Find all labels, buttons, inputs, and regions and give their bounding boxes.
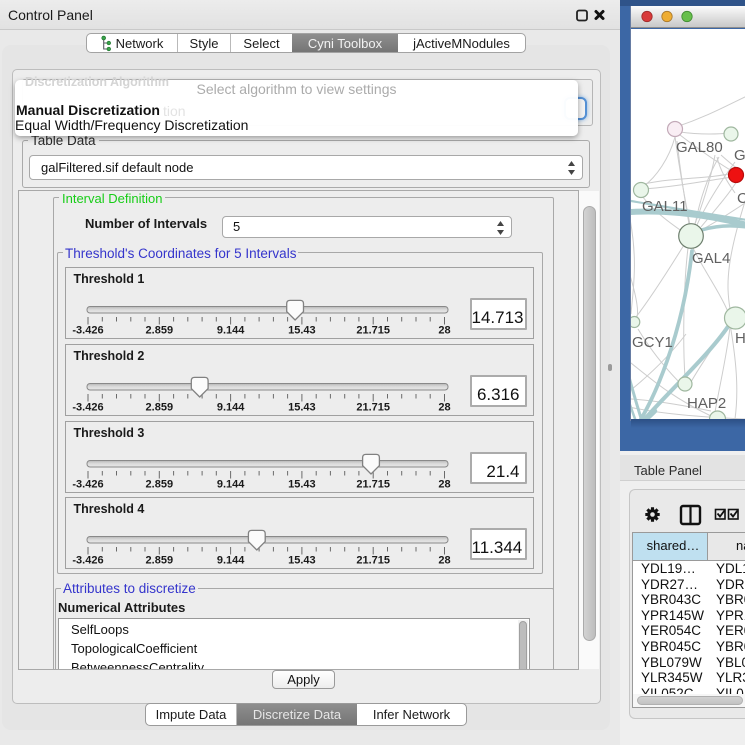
svg-text:21.715: 21.715 xyxy=(356,402,390,414)
svg-text:2.859: 2.859 xyxy=(145,325,173,337)
svg-text:28: 28 xyxy=(438,402,450,414)
svg-text:9.144: 9.144 xyxy=(216,325,244,337)
svg-text:21.715: 21.715 xyxy=(356,555,390,567)
svg-text:H: H xyxy=(735,330,745,347)
svg-text:GAL11: GAL11 xyxy=(642,198,688,215)
svg-text:21.715: 21.715 xyxy=(356,325,390,337)
svg-text:-3.426: -3.426 xyxy=(72,478,103,490)
svg-text:15.43: 15.43 xyxy=(288,478,316,490)
svg-text:-3.426: -3.426 xyxy=(72,402,103,414)
svg-text:28: 28 xyxy=(438,555,450,567)
svg-text:HAP2: HAP2 xyxy=(687,395,726,412)
svg-text:15.43: 15.43 xyxy=(288,325,316,337)
svg-text:-3.426: -3.426 xyxy=(72,555,103,567)
svg-text:2.859: 2.859 xyxy=(145,402,173,414)
svg-text:C: C xyxy=(737,190,745,207)
svg-text:21.715: 21.715 xyxy=(356,478,390,490)
svg-text:28: 28 xyxy=(438,325,450,337)
svg-text:15.43: 15.43 xyxy=(288,555,316,567)
svg-text:9.144: 9.144 xyxy=(216,478,244,490)
svg-text:GAL4: GAL4 xyxy=(692,250,730,267)
svg-text:9.144: 9.144 xyxy=(216,555,244,567)
svg-text:GAL80: GAL80 xyxy=(676,139,723,156)
svg-text:9.144: 9.144 xyxy=(216,402,244,414)
svg-text:G…: G… xyxy=(734,147,745,164)
svg-text:2.859: 2.859 xyxy=(145,555,173,567)
svg-text:15.43: 15.43 xyxy=(288,402,316,414)
svg-text:28: 28 xyxy=(438,478,450,490)
svg-text:GCY1: GCY1 xyxy=(632,334,673,351)
svg-text:-3.426: -3.426 xyxy=(72,325,103,337)
svg-text:2.859: 2.859 xyxy=(145,478,173,490)
